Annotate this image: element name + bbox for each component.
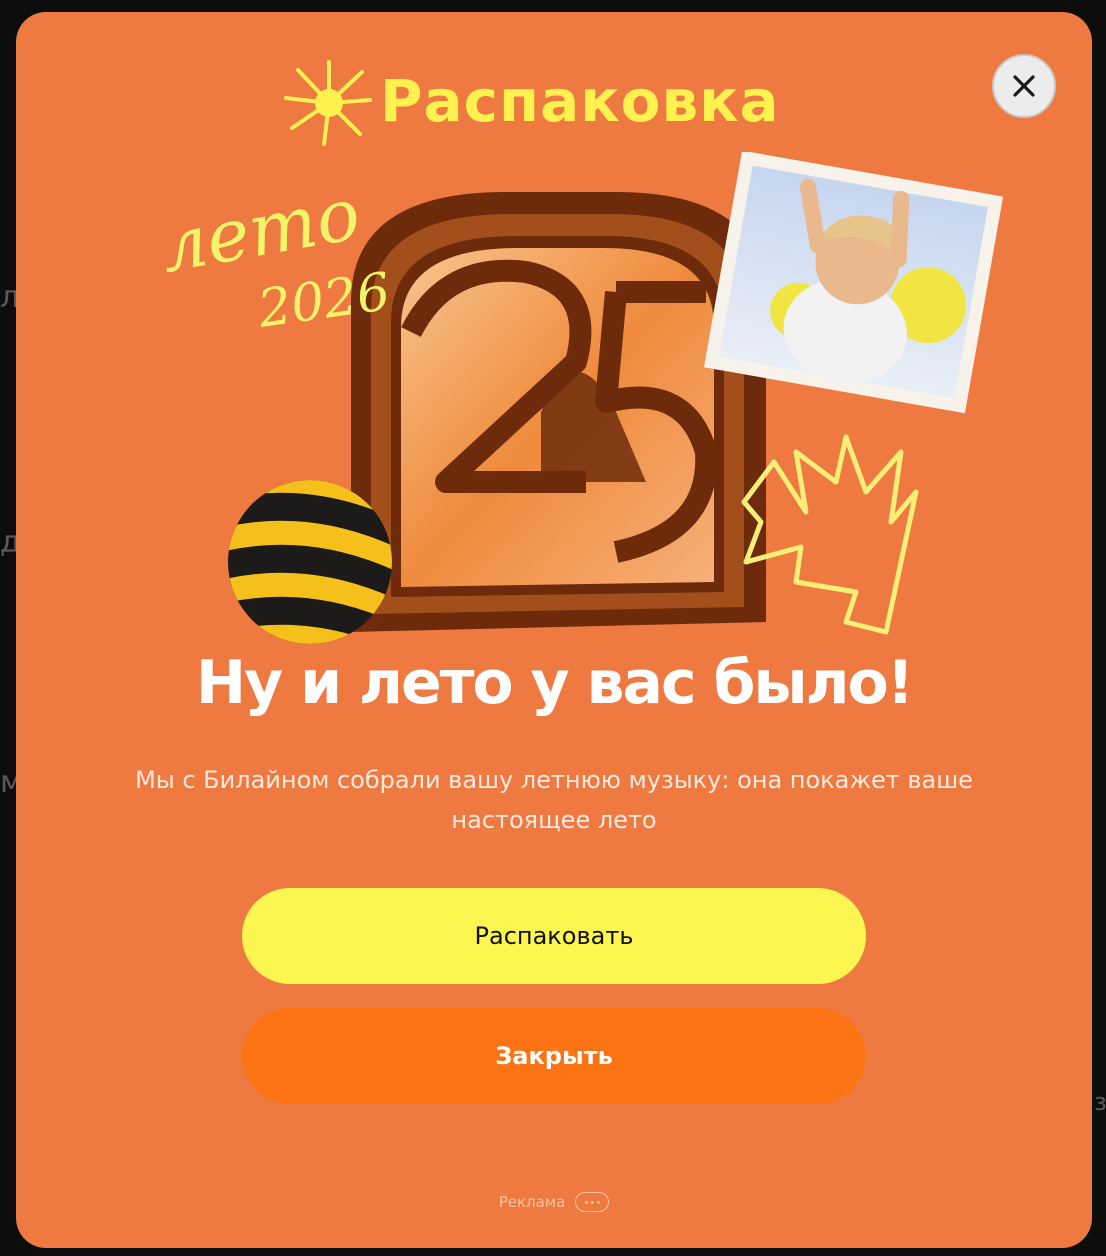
summer-illustration: лето 2026 bbox=[154, 152, 1004, 644]
photo-card bbox=[703, 152, 1004, 414]
headline: Ну и лето у вас было! bbox=[195, 648, 914, 718]
promo-modal: Распаковка лето 2026 Ну и лето у вас был… bbox=[16, 12, 1092, 1248]
background-page-fragment: з bbox=[1094, 1088, 1106, 1116]
yellow-burst-outline bbox=[741, 434, 919, 635]
ad-footer: Реклама bbox=[16, 1192, 1092, 1212]
ad-label: Реклама bbox=[498, 1193, 566, 1211]
close-icon bbox=[1013, 75, 1035, 97]
sun-burst-icon bbox=[284, 60, 372, 146]
description: Мы с Билайном собрали вашу летнюю музыку… bbox=[135, 766, 973, 834]
close-button[interactable] bbox=[992, 54, 1056, 118]
brand-logo: Распаковка bbox=[284, 50, 844, 150]
brand-title: Распаковка bbox=[380, 67, 780, 135]
more-dots-icon[interactable] bbox=[575, 1192, 610, 1212]
unpack-button[interactable]: Распаковать bbox=[242, 888, 866, 984]
close-text-button[interactable]: Закрыть bbox=[242, 1008, 866, 1104]
